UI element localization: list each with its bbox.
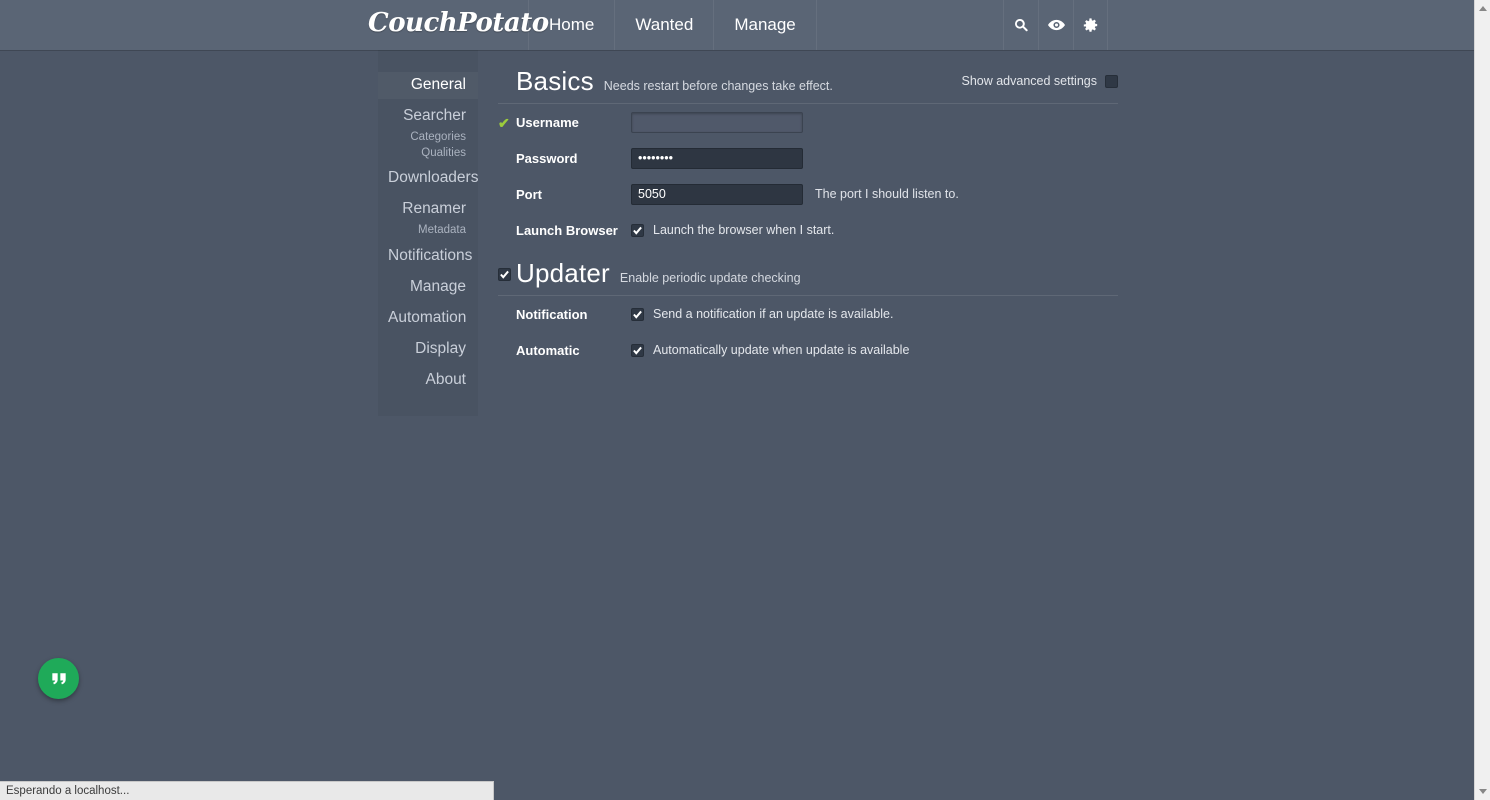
nav-link-home[interactable]: Home bbox=[528, 0, 614, 50]
notification-checkbox-wrap[interactable]: Send a notification if an update is avai… bbox=[631, 307, 893, 321]
sidebar-item-general[interactable]: General bbox=[378, 72, 478, 100]
page-title: Basics bbox=[516, 66, 594, 96]
row-password: Password bbox=[498, 140, 1118, 176]
section-updater: Updater Enable periodic update checking … bbox=[498, 252, 1118, 368]
valid-check-icon: ✔ bbox=[498, 114, 510, 131]
password-label-wrap: Password bbox=[516, 151, 631, 166]
automatic-checkbox-label: Automatically update when update is avai… bbox=[653, 343, 910, 357]
browser-status-bar: Esperando a localhost... bbox=[0, 781, 494, 800]
password-input[interactable] bbox=[631, 147, 803, 169]
sidebar-item-searcher[interactable]: Searcher bbox=[378, 103, 478, 130]
launch-browser-label: Launch Browser bbox=[516, 222, 618, 238]
advanced-toggle-box[interactable] bbox=[1105, 74, 1118, 88]
username-input[interactable] bbox=[631, 111, 803, 133]
show-advanced-settings-label: Show advanced settings bbox=[961, 74, 1097, 88]
notification-label-wrap: Notification bbox=[516, 307, 631, 322]
launch-browser-field-wrap: Launch the browser when I start. bbox=[631, 223, 834, 237]
sidebar-group-general: General bbox=[378, 72, 478, 100]
basics-subtitle: Needs restart before changes take effect… bbox=[603, 79, 833, 93]
username-field-wrap bbox=[631, 111, 803, 133]
chat-quote-icon[interactable] bbox=[38, 658, 79, 699]
notification-checkbox-label: Send a notification if an update is avai… bbox=[653, 307, 894, 321]
checkmark-icon[interactable] bbox=[631, 343, 644, 357]
scroll-up-arrow-icon[interactable] bbox=[1475, 0, 1490, 17]
nav-icon-group bbox=[1003, 0, 1108, 50]
updater-enable-checkbox[interactable] bbox=[498, 268, 511, 281]
updater-title: Updater bbox=[516, 258, 610, 288]
page-body: General Searcher Categories Qualities Do… bbox=[0, 50, 1474, 800]
eye-icon[interactable] bbox=[1038, 0, 1073, 50]
sidebar-subitem-categories[interactable]: Categories bbox=[378, 130, 478, 146]
nav-link-wanted[interactable]: Wanted bbox=[614, 0, 713, 50]
row-username: ✔ Username bbox=[498, 104, 1118, 140]
port-hint: The port I should listen to. bbox=[815, 187, 959, 201]
checkmark-icon[interactable] bbox=[631, 223, 644, 237]
nav-link-manage[interactable]: Manage bbox=[713, 0, 817, 50]
launch-browser-checkbox-wrap[interactable]: Launch the browser when I start. bbox=[631, 223, 834, 237]
sidebar-group-downloaders: Downloaders bbox=[378, 165, 478, 192]
automatic-checkbox-wrap[interactable]: Automatically update when update is avai… bbox=[631, 343, 909, 357]
app-logo[interactable]: CouchPotato bbox=[368, 8, 549, 38]
password-label: Password bbox=[516, 150, 578, 166]
sidebar-group-display: Display bbox=[378, 336, 478, 363]
automatic-label: Automatic bbox=[516, 342, 580, 358]
sidebar-item-renamer[interactable]: Renamer bbox=[378, 196, 478, 223]
updater-subtitle: Enable periodic update checking bbox=[619, 271, 801, 285]
sidebar-item-automation[interactable]: Automation bbox=[378, 305, 478, 332]
sidebar-group-manage: Manage bbox=[378, 274, 478, 301]
primary-nav: Home Wanted Manage bbox=[528, 0, 817, 50]
automatic-field-wrap: Automatically update when update is avai… bbox=[631, 343, 909, 357]
row-updater-automatic: Automatic Automatically update when upda… bbox=[498, 332, 1118, 368]
basics-header: Basics Needs restart before changes take… bbox=[498, 60, 1118, 104]
status-text: Esperando a localhost... bbox=[6, 785, 130, 797]
sidebar-group-notifications: Notifications bbox=[378, 243, 478, 270]
gear-icon[interactable] bbox=[1073, 0, 1108, 50]
sidebar-group-renamer: Renamer Metadata bbox=[378, 196, 478, 239]
row-updater-notification: Notification Send a notification if an u… bbox=[498, 296, 1118, 332]
password-field-wrap bbox=[631, 147, 803, 169]
updater-header: Updater Enable periodic update checking bbox=[498, 252, 1118, 296]
row-port: Port The port I should listen to. bbox=[498, 176, 1118, 212]
sidebar-subitem-metadata[interactable]: Metadata bbox=[378, 223, 478, 239]
port-label-wrap: Port bbox=[516, 187, 631, 202]
automatic-label-wrap: Automatic bbox=[516, 343, 631, 358]
sidebar-item-notifications[interactable]: Notifications bbox=[378, 243, 478, 270]
sidebar-item-display[interactable]: Display bbox=[378, 336, 478, 363]
port-label: Port bbox=[516, 186, 542, 202]
sidebar-group-searcher: Searcher Categories Qualities bbox=[378, 103, 478, 161]
notification-field-wrap: Send a notification if an update is avai… bbox=[631, 307, 893, 321]
section-basics: Basics Needs restart before changes take… bbox=[498, 60, 1118, 248]
username-label-wrap: ✔ Username bbox=[498, 114, 631, 130]
port-input[interactable] bbox=[631, 183, 803, 205]
port-field-wrap: The port I should listen to. bbox=[631, 183, 959, 205]
sidebar-item-manage[interactable]: Manage bbox=[378, 274, 478, 301]
sidebar-group-automation: Automation bbox=[378, 305, 478, 332]
search-icon[interactable] bbox=[1003, 0, 1038, 50]
launch-browser-checkbox-label: Launch the browser when I start. bbox=[653, 223, 835, 237]
sidebar-item-downloaders[interactable]: Downloaders bbox=[378, 165, 478, 192]
vertical-scrollbar[interactable] bbox=[1474, 0, 1490, 800]
scroll-down-arrow-icon[interactable] bbox=[1475, 783, 1490, 800]
show-advanced-settings-toggle[interactable]: Show advanced settings bbox=[961, 74, 1118, 88]
sidebar-item-about[interactable]: About bbox=[378, 367, 478, 394]
notification-label: Notification bbox=[516, 306, 588, 322]
top-navbar: CouchPotato Home Wanted Manage bbox=[0, 0, 1474, 50]
username-label: Username bbox=[516, 114, 579, 130]
row-launch-browser: Launch Browser Launch the browser when I… bbox=[498, 212, 1118, 248]
sidebar-subitem-qualities[interactable]: Qualities bbox=[378, 146, 478, 162]
checkmark-icon[interactable] bbox=[631, 307, 644, 321]
sidebar-group-about: About bbox=[378, 367, 478, 394]
launch-browser-label-wrap: Launch Browser bbox=[516, 223, 631, 238]
settings-sidebar: General Searcher Categories Qualities Do… bbox=[378, 50, 478, 416]
settings-content: Basics Needs restart before changes take… bbox=[498, 60, 1118, 372]
